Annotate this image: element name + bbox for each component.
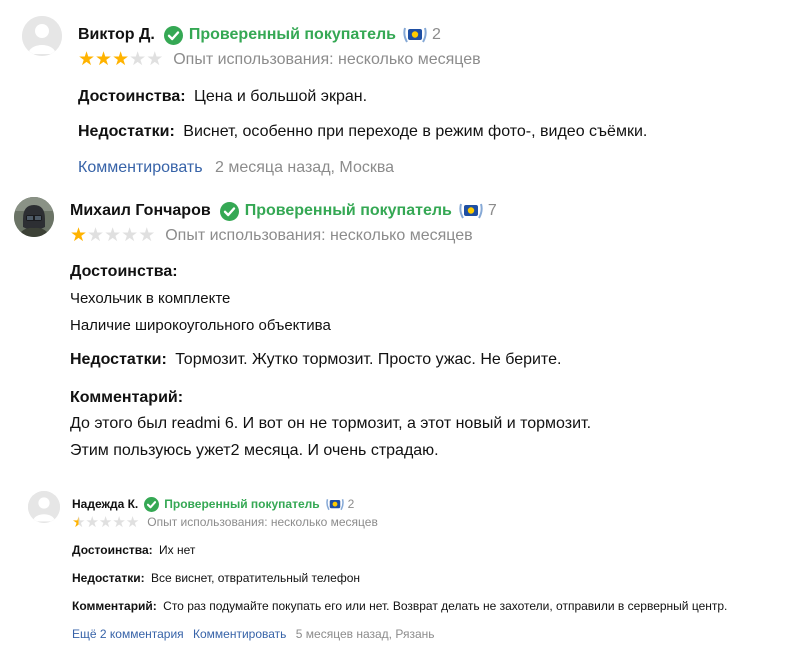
star-icon: ★ — [129, 49, 147, 70]
experience-text: Опыт использования: несколько месяцев — [165, 227, 473, 244]
avatar[interactable] — [14, 197, 54, 237]
comment-link[interactable]: Комментировать — [78, 159, 203, 176]
author-name[interactable]: Михаил Гончаров — [70, 202, 211, 220]
check-circle-icon — [163, 25, 183, 45]
star-icon: ★ — [138, 225, 156, 246]
comment-label: Комментарий: — [70, 389, 184, 406]
more-comments-link[interactable]: Ещё 2 комментария — [72, 627, 184, 641]
cons-text: Виснет, особенно при переходе в режим фо… — [183, 123, 648, 140]
review-card: Надежда К. Проверенный покупатель 2 ★★★★… — [0, 480, 800, 650]
review-header: Надежда К. Проверенный покупатель 2 — [72, 495, 354, 513]
verified-buyer-label: Проверенный покупатель — [164, 497, 320, 511]
pros-label: Достоинства: — [78, 88, 186, 105]
star-icon: ★ — [95, 49, 113, 70]
star-icon: ★ — [78, 49, 96, 70]
badge-count: 2 — [347, 497, 355, 511]
author-name[interactable]: Виктор Д. — [78, 26, 155, 44]
review-footer: Комментировать 2 месяца назад, Москва — [78, 159, 394, 177]
star-icon: ★ — [146, 49, 164, 70]
rating-row: ★★★★★ Опыт использования: несколько меся… — [70, 225, 473, 247]
star-icon: ★ — [112, 49, 130, 70]
rating-row: ★★★★★ Опыт использования: несколько меся… — [72, 514, 378, 530]
experience-text: Опыт использования: несколько месяцев — [147, 515, 378, 529]
star-icon: ★ — [112, 513, 126, 531]
review-meta: 2 месяца назад, Москва — [215, 159, 395, 176]
rating-stars: ★★★★★ — [72, 514, 139, 531]
user-avatar-icon — [28, 491, 60, 523]
star-icon: ★ — [72, 513, 86, 531]
review-header: Михаил Гончаров Проверенный покупатель 7 — [70, 200, 497, 222]
review-meta: 5 месяцев назад, Рязань — [295, 627, 435, 641]
cons-label: Недостатки: — [70, 351, 167, 368]
laurel-medal-icon — [458, 201, 484, 221]
star-icon: ★ — [125, 513, 140, 531]
pros-line: Чехольчик в комплекте — [70, 290, 231, 307]
check-circle-icon — [219, 201, 239, 221]
review-card: Михаил Гончаров Проверенный покупатель 7… — [0, 185, 800, 475]
badge-count: 7 — [487, 202, 497, 219]
comment-text: Сто раз подумайте покупать его или нет. … — [163, 599, 728, 613]
star-icon: ★ — [98, 513, 113, 531]
comment-row: Комментарий: Сто раз подумайте покупать … — [72, 599, 727, 613]
verified-buyer-label: Проверенный покупатель — [244, 202, 452, 219]
star-icon: ★ — [70, 225, 88, 246]
cons-row: Недостатки: Все виснет, отвратительный т… — [72, 571, 360, 585]
laurel-medal-icon — [325, 497, 345, 512]
star-icon: ★ — [85, 513, 99, 531]
star-icon: ★ — [104, 225, 122, 246]
rating-stars: ★★★★★ — [78, 49, 163, 71]
badge-count: 2 — [432, 26, 441, 43]
user-photo — [14, 197, 54, 237]
cons-label: Недостатки: — [78, 123, 175, 140]
verified-buyer-label: Проверенный покупатель — [188, 26, 397, 43]
comment-line: Этим пользуюсь ужет2 месяца. И очень стр… — [70, 442, 439, 459]
cons-label: Недостатки: — [72, 571, 145, 585]
pros-label: Достоинства: — [70, 263, 178, 280]
cons-row: Недостатки: Виснет, особенно при переход… — [78, 123, 647, 141]
review-header: Виктор Д. Проверенный покупатель 2 — [78, 24, 441, 46]
laurel-medal-icon — [402, 25, 428, 45]
star-icon: ★ — [87, 225, 105, 246]
experience-text: Опыт использования: несколько месяцев — [173, 51, 481, 68]
cons-text: Тормозит. Жутко тормозит. Просто ужас. Н… — [175, 351, 562, 368]
pros-text: Их нет — [159, 543, 196, 557]
user-avatar-icon — [22, 16, 62, 56]
author-name[interactable]: Надежда К. — [72, 497, 138, 511]
cons-row: Недостатки: Тормозит. Жутко тормозит. Пр… — [70, 351, 561, 369]
pros-row: Достоинства: Цена и большой экран. — [78, 88, 367, 106]
avatar[interactable] — [22, 16, 62, 56]
rating-row: ★★★★★ Опыт использования: несколько меся… — [78, 49, 481, 71]
cons-text: Все виснет, отвратительный телефон — [150, 571, 361, 585]
check-circle-icon — [144, 496, 160, 512]
rating-stars: ★★★★★ — [70, 225, 155, 247]
comment-label: Комментарий: — [72, 599, 157, 613]
pros-text: Цена и большой экран. — [194, 88, 368, 105]
star-icon: ★ — [121, 225, 139, 246]
pros-line: Наличие широкоугольного объектива — [70, 317, 331, 334]
pros-label: Достоинства: — [72, 543, 153, 557]
comment-line: До этого был readmi 6. И вот он не тормо… — [70, 415, 592, 432]
comment-link[interactable]: Комментировать — [193, 627, 286, 641]
avatar[interactable] — [28, 491, 60, 523]
review-card: Виктор Д. Проверенный покупатель 2 ★★★★★… — [0, 0, 800, 185]
pros-row: Достоинства: Их нет — [72, 543, 195, 557]
review-footer: Ещё 2 комментария Комментировать 5 месяц… — [72, 627, 435, 641]
